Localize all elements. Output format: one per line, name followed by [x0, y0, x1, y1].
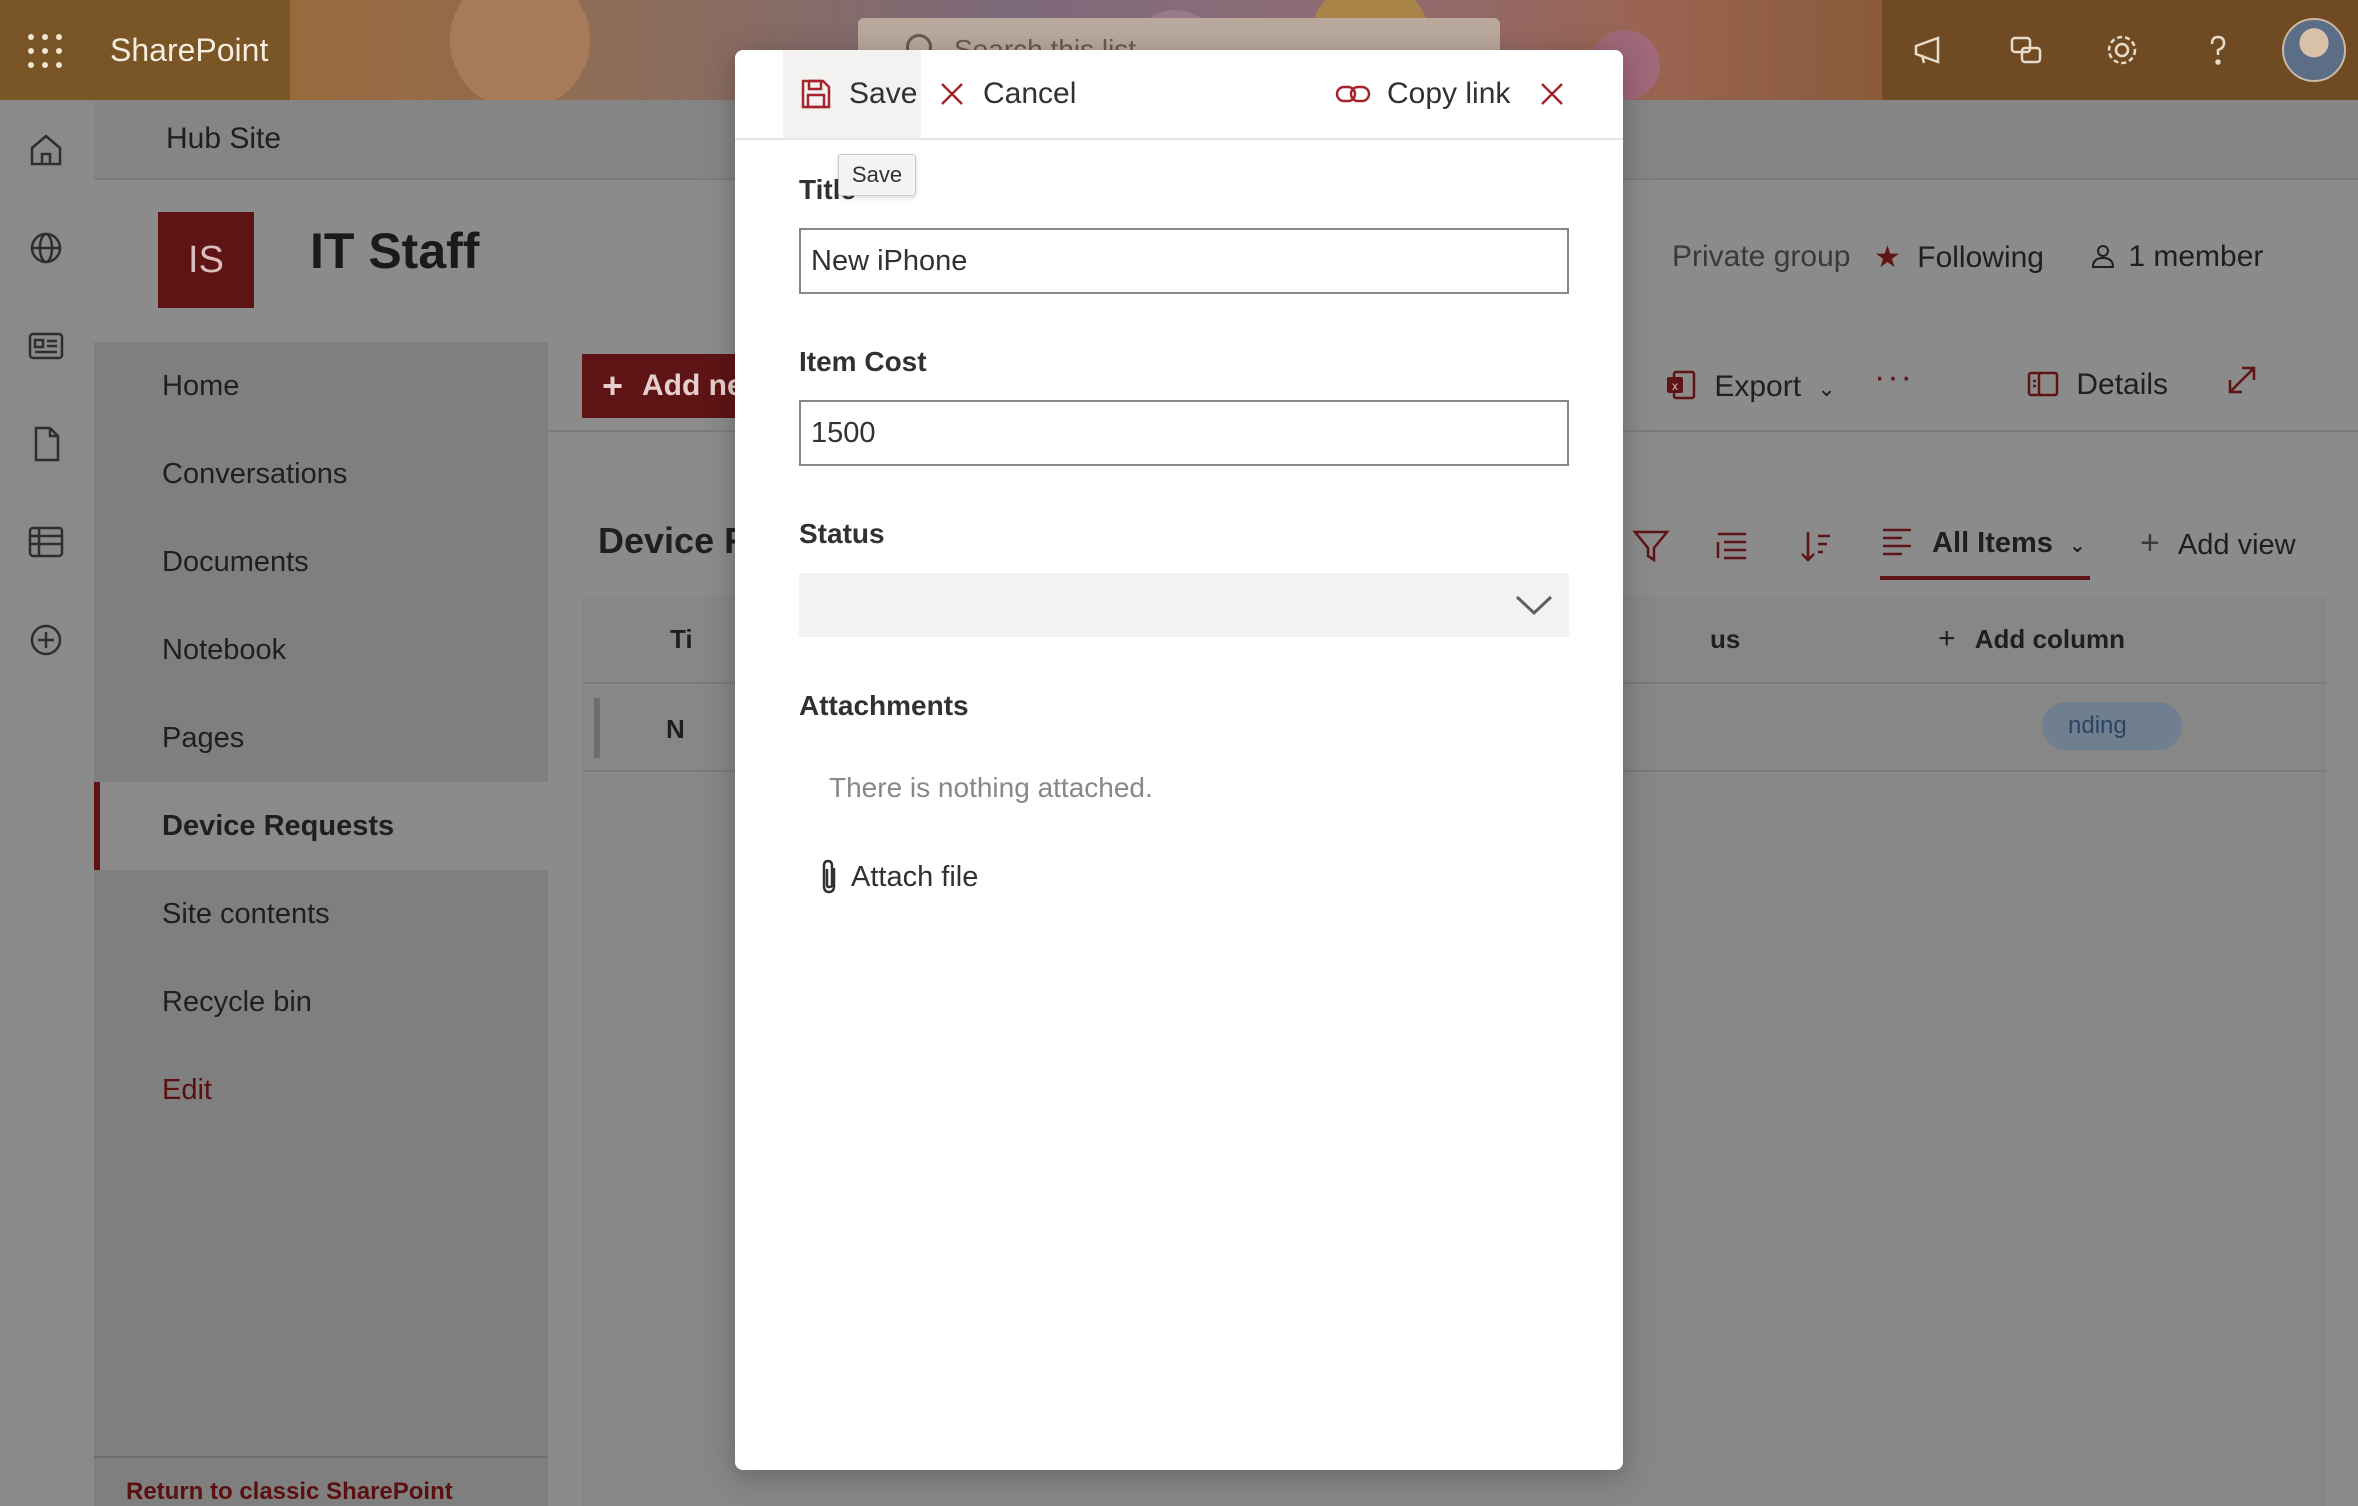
close-panel-button[interactable] [1537, 50, 1583, 138]
app-rail [0, 100, 94, 1506]
nav-item-notebook[interactable]: Notebook [94, 606, 548, 694]
nav-item-pages[interactable]: Pages [94, 694, 548, 782]
save-icon [801, 79, 831, 109]
paperclip-icon [822, 859, 836, 894]
save-tooltip: Save [838, 154, 916, 196]
return-classic-link[interactable]: Return to classic SharePoint [126, 1478, 453, 1506]
chevron-down-icon: ⌄ [2069, 535, 2086, 557]
nav-divider [94, 1456, 548, 1458]
person-icon [2090, 240, 2124, 273]
details-pane-icon [2026, 368, 2068, 401]
privacy-label: Private group [1672, 240, 1851, 273]
gear-icon[interactable] [2102, 30, 2142, 70]
export-label: Export [1714, 370, 1802, 403]
save-label: Save [849, 77, 918, 110]
chevron-down-icon: ⌄ [1817, 376, 1836, 401]
nav-item-conversations[interactable]: Conversations [94, 430, 548, 518]
status-dropdown[interactable] [799, 573, 1569, 637]
add-column-button[interactable]: + Add column [1938, 622, 2125, 656]
list-title[interactable]: Device R [598, 520, 750, 562]
nav-item-home[interactable]: Home [94, 342, 548, 430]
status-field-label: Status [799, 518, 885, 549]
column-header-status[interactable]: us [1710, 624, 1740, 655]
plus-icon: + [602, 365, 624, 406]
follow-label: Following [1917, 241, 2044, 274]
list-icon[interactable] [24, 520, 68, 564]
add-view-label: Add view [2177, 529, 2296, 561]
hub-site-link[interactable]: Hub Site [166, 122, 281, 156]
copy-link-button[interactable]: Copy link [1335, 50, 1510, 138]
site-title[interactable]: IT Staff [310, 222, 479, 280]
plus-icon: + [2140, 524, 2160, 562]
form-toolbar: Save Cancel Copy link [735, 50, 1623, 140]
brand-name[interactable]: SharePoint [110, 32, 268, 69]
title-input[interactable] [799, 228, 1569, 294]
nav-item-device-requests[interactable]: Device Requests [94, 782, 548, 870]
plus-icon: + [1938, 622, 1956, 655]
megaphone-icon[interactable] [1910, 30, 1950, 70]
document-icon[interactable] [24, 422, 68, 466]
cancel-button[interactable]: Cancel [937, 50, 1076, 138]
excel-icon: x [1664, 370, 1706, 403]
copy-link-label: Copy link [1387, 77, 1511, 110]
close-icon [941, 83, 963, 105]
nav-edit-link[interactable]: Edit [94, 1046, 548, 1134]
group-by-icon[interactable] [1714, 528, 1750, 572]
save-button[interactable]: Save [783, 50, 921, 138]
left-navigation: Home Conversations Documents Notebook Pa… [94, 342, 548, 1506]
status-badge: nding [2042, 702, 2182, 750]
nav-item-documents[interactable]: Documents [94, 518, 548, 606]
site-logo[interactable]: IS [158, 212, 254, 308]
column-header-title[interactable]: Ti [670, 624, 693, 655]
news-icon[interactable] [24, 324, 68, 368]
chevron-down-icon [1515, 595, 1553, 616]
export-button[interactable]: x Export ⌄ [1664, 368, 1836, 404]
svg-text:x: x [1672, 379, 1678, 393]
user-avatar[interactable] [2282, 18, 2346, 82]
add-new-label: Add ne [642, 369, 744, 402]
attachments-label: Attachments [799, 690, 969, 721]
view-selected-indicator [1880, 576, 2090, 580]
filter-icon[interactable] [1632, 528, 1670, 572]
add-column-label: Add column [1974, 624, 2125, 654]
item-cost-input[interactable] [799, 400, 1569, 466]
chat-icon[interactable] [2006, 30, 2046, 70]
nav-item-site-contents[interactable]: Site contents [94, 870, 548, 958]
add-view-button[interactable]: + Add view [2140, 524, 2296, 563]
home-icon[interactable] [24, 128, 68, 172]
help-icon[interactable] [2198, 30, 2238, 70]
more-options-icon[interactable]: ··· [1874, 358, 1914, 397]
view-lines-icon [1880, 527, 1922, 559]
edit-item-panel: Save Cancel Copy link Save Title Item Co… [735, 50, 1623, 1470]
star-icon: ★ [1874, 241, 1901, 274]
attach-file-button[interactable]: Attach file [817, 858, 978, 896]
details-button[interactable]: Details [2026, 368, 2168, 402]
follow-button[interactable]: ★ Following [1874, 240, 2044, 275]
attach-file-label: Attach file [851, 860, 979, 893]
cancel-label: Cancel [983, 77, 1077, 110]
row-select-bar[interactable] [594, 698, 600, 758]
globe-icon[interactable] [24, 226, 68, 270]
item-cost-field-label: Item Cost [799, 346, 927, 377]
app-launcher-icon[interactable] [28, 34, 62, 68]
expand-icon[interactable] [2224, 362, 2260, 406]
members-button[interactable]: 1 member [2090, 240, 2263, 274]
details-label: Details [2076, 368, 2169, 401]
row-title-cell[interactable]: N [666, 714, 685, 745]
sort-icon[interactable] [1798, 528, 1834, 572]
create-icon[interactable] [24, 618, 68, 662]
link-icon [1335, 85, 1371, 103]
view-selector[interactable]: All Items ⌄ [1880, 524, 2086, 560]
view-name: All Items [1932, 527, 2053, 559]
attachments-empty-text: There is nothing attached. [829, 772, 1153, 803]
members-label: 1 member [2128, 240, 2264, 273]
nav-item-recycle-bin[interactable]: Recycle bin [94, 958, 548, 1046]
close-icon [1541, 83, 1563, 105]
